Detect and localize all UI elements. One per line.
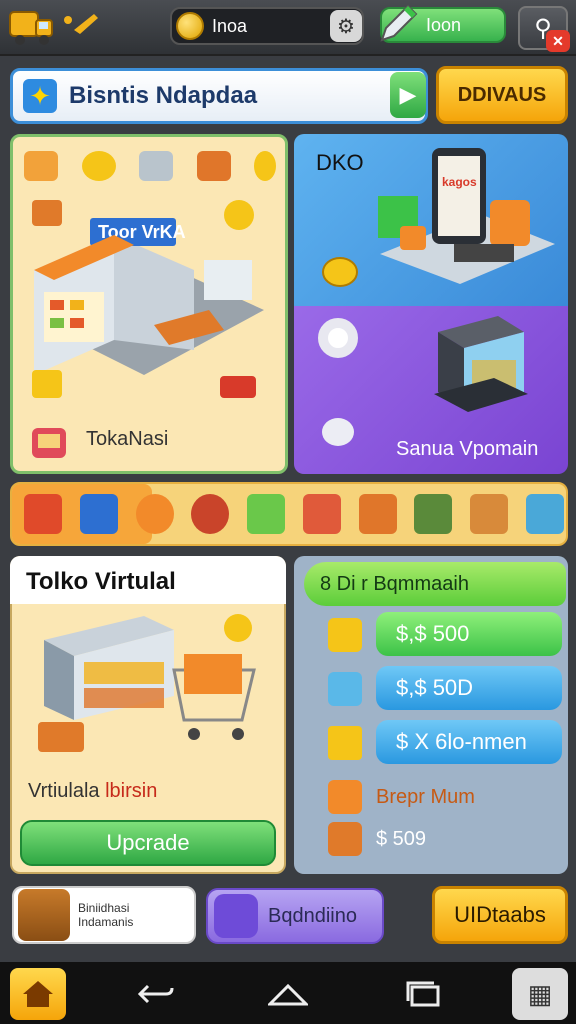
star-icon: ✦ — [23, 79, 57, 113]
price-row-3-label: $ X 6lo-nmen — [396, 729, 527, 754]
upgrade-button[interactable]: Upcrade — [20, 820, 276, 866]
coin-stack-icon — [322, 257, 358, 287]
price-row-2-label: $,$ 50D — [396, 675, 474, 700]
category-icons — [16, 140, 284, 192]
screen-text: kagos — [442, 175, 477, 189]
key-icon — [64, 14, 98, 34]
back-icon — [138, 984, 174, 1004]
cart-illustration — [38, 614, 256, 752]
store-label: Sanua Vpomain — [396, 438, 539, 460]
trash-icon[interactable] — [139, 151, 173, 181]
coin-value: Inoa — [212, 15, 248, 36]
bottom-card-1[interactable]: Biniidhasi Indamanis — [12, 886, 196, 944]
shop-label: TokaNasi — [86, 428, 169, 450]
mouse-icon — [322, 418, 354, 446]
item-package-icon[interactable] — [302, 494, 341, 534]
price-row-1-label: $,$ 500 — [396, 621, 470, 646]
play-button[interactable]: ▶ — [390, 72, 426, 118]
ddivaus-label: DDIVAUS — [457, 83, 547, 106]
home-nav-icon — [268, 983, 308, 1006]
item-bowl-icon[interactable] — [191, 494, 230, 534]
store-building-illustration — [434, 316, 528, 412]
office-title: DKO — [316, 150, 364, 175]
shop-illustration: Toor VrKA — [32, 200, 264, 398]
computer-illustration: kagos — [378, 148, 555, 284]
business-title: Bisntis Ndapdaa — [69, 82, 258, 109]
coin-icon — [214, 894, 258, 938]
virtual-store-sub-red: lbirsin — [105, 780, 158, 802]
energy-value: Ioon — [426, 14, 462, 35]
coin-icon[interactable] — [254, 151, 276, 181]
item-cake-icon[interactable] — [135, 494, 174, 534]
bottom-card-1-line2: Indamanis — [78, 915, 134, 929]
bottom-card-2[interactable]: Bqdndiino — [206, 888, 384, 944]
bottom-card-3-button[interactable]: UIDtaabs — [432, 886, 568, 944]
price-box-icon-3 — [328, 726, 362, 760]
ddivaus-button[interactable]: DDIVAUS — [436, 66, 568, 124]
recents-icon — [406, 981, 440, 1007]
recents-button[interactable] — [404, 978, 444, 1010]
item-crate-icon[interactable] — [79, 494, 118, 534]
virtual-store-sub-black: Vrtiulala — [28, 780, 100, 802]
coin-icon — [176, 12, 204, 40]
title-banner: ✦ Bisntis Ndapdaa — [10, 68, 428, 124]
item-box2-icon[interactable] — [470, 494, 509, 534]
item-box-icon[interactable] — [24, 494, 62, 534]
bottom-card-1-line1: Biniidhasi — [78, 901, 130, 915]
truck-small-icon[interactable] — [196, 151, 231, 181]
price-box-icon-5 — [328, 822, 362, 856]
house-icon — [23, 981, 53, 1007]
price-row-3[interactable]: $ X 6lo-nmen — [376, 720, 562, 764]
price-row-1[interactable]: $,$ 500 — [376, 612, 562, 656]
home-button[interactable] — [10, 968, 66, 1020]
virtual-store-title: Tolko Virtulal — [26, 568, 176, 595]
price-box-icon-4 — [328, 780, 362, 814]
pencil-icon — [380, 4, 418, 42]
settings-button[interactable]: ⚙ — [330, 10, 362, 42]
price-orange-text: Brepr Mum — [376, 786, 475, 808]
item-strip-icons — [24, 486, 564, 542]
close-badge[interactable]: ✕ — [546, 30, 570, 52]
play-icon: ▶ — [399, 82, 417, 107]
ring-icon — [318, 318, 358, 358]
price-row-2[interactable]: $,$ 50D — [376, 666, 562, 710]
menu-button[interactable]: ▦ — [512, 968, 568, 1020]
close-icon: ✕ — [552, 32, 564, 49]
price-value-text: $ 509 — [376, 828, 427, 850]
bottom-card-3-label: UIDtaabs — [454, 902, 546, 927]
price-box-icon-1 — [328, 618, 362, 652]
item-truck-icon[interactable] — [247, 494, 286, 534]
key-icon[interactable] — [81, 151, 116, 181]
virtual-store-sub: Vrtiulala lbirsin — [28, 780, 157, 803]
bottom-card-2-label: Bqdndiino — [268, 904, 357, 927]
back-button[interactable] — [136, 978, 176, 1010]
home-nav-button[interactable] — [268, 978, 308, 1010]
grid-icon: ▦ — [527, 978, 553, 1009]
item-cube-icon[interactable] — [525, 494, 564, 534]
gear-icon: ⚙ — [337, 15, 355, 38]
bag-icon — [32, 428, 66, 458]
price-panel-header: 8 Di r Bqmmaaih — [304, 562, 566, 606]
item-crate2-icon[interactable] — [358, 494, 397, 534]
item-bag-icon[interactable] — [414, 494, 453, 534]
truck-icon[interactable] — [8, 4, 56, 48]
price-box-icon-2 — [328, 672, 362, 706]
coin-bag-icon — [18, 889, 70, 941]
upgrade-label: Upcrade — [106, 830, 190, 855]
box-icon[interactable] — [24, 151, 58, 181]
